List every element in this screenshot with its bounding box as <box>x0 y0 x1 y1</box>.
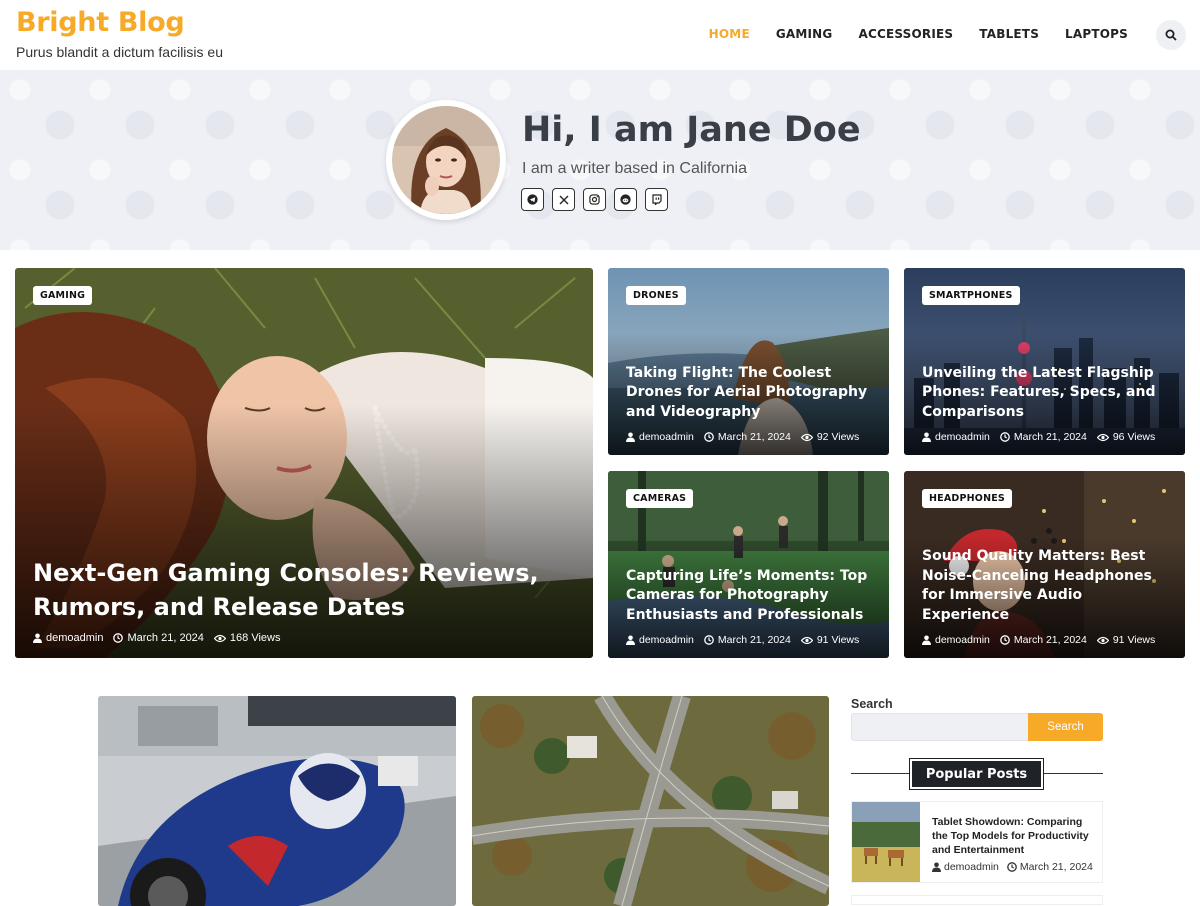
social-twitch[interactable] <box>645 188 668 211</box>
social-x[interactable] <box>552 188 575 211</box>
post-meta: demoadmin March 21, 2024 96 Views <box>922 431 1155 443</box>
popular-post-thumbnail[interactable] <box>852 802 920 882</box>
search-icon <box>1165 29 1177 41</box>
user-icon <box>33 633 42 643</box>
clock-icon <box>1000 635 1010 645</box>
post-date[interactable]: March 21, 2024 <box>1014 634 1087 646</box>
post-author[interactable]: demoadmin <box>46 632 103 644</box>
clock-icon <box>1007 862 1017 872</box>
post-author[interactable]: demoadmin <box>935 431 990 443</box>
nav-item-laptops[interactable]: LAPTOPS <box>1065 27 1128 41</box>
post-meta: demoadmin March 21, 2024 92 Views <box>626 431 859 443</box>
instagram-icon <box>589 194 600 205</box>
post-views: 168 Views <box>229 632 281 644</box>
post-thumbnail-motorcycle[interactable] <box>98 696 456 906</box>
post-views: 91 Views <box>816 634 860 646</box>
post-image-motorcycle <box>98 696 456 906</box>
eye-icon <box>1096 636 1109 644</box>
telegram-icon <box>527 194 538 205</box>
post-author[interactable]: demoadmin <box>935 634 990 646</box>
social-reddit[interactable] <box>614 188 637 211</box>
clock-icon <box>113 633 124 643</box>
eye-icon <box>800 433 813 441</box>
post-meta: demoadmin March 21, 2024 168 Views <box>33 632 280 644</box>
author-name: Hi, I am Jane Doe <box>522 110 861 150</box>
sidebar-search-label: Search <box>851 697 893 711</box>
site-title[interactable]: Bright Blog <box>16 7 185 38</box>
clock-icon <box>1000 432 1010 442</box>
featured-post-headphones[interactable]: HEADPHONES Sound Quality Matters: Best N… <box>904 471 1185 658</box>
author-bio: I am a writer based in California <box>522 160 747 177</box>
social-links <box>521 188 668 211</box>
user-icon <box>922 635 931 645</box>
nav-item-tablets[interactable]: TABLETS <box>979 27 1039 41</box>
nav-item-gaming[interactable]: GAMING <box>776 27 833 41</box>
popular-posts-heading: Popular Posts <box>909 758 1044 790</box>
eye-icon <box>213 634 226 642</box>
site-tagline: Purus blandit a dictum facilisis eu <box>16 44 223 60</box>
author-avatar-frame <box>386 100 506 220</box>
featured-main-post[interactable]: GAMING Next-Gen Gaming Consoles: Reviews… <box>15 268 593 658</box>
popular-post-author[interactable]: demoadmin <box>944 861 999 873</box>
social-instagram[interactable] <box>583 188 606 211</box>
post-date[interactable]: March 21, 2024 <box>718 431 791 443</box>
nav-item-home[interactable]: HOME <box>709 27 750 41</box>
user-icon <box>922 432 931 442</box>
x-icon <box>559 195 568 204</box>
clock-icon <box>704 432 714 442</box>
post-views: 91 Views <box>1112 634 1156 646</box>
post-meta: demoadmin March 21, 2024 91 Views <box>626 634 859 646</box>
eye-icon <box>800 636 813 644</box>
post-image-highway-aerial <box>472 696 829 906</box>
post-title[interactable]: Next-Gen Gaming Consoles: Reviews, Rumor… <box>33 556 575 624</box>
header-search-button[interactable] <box>1156 20 1186 50</box>
post-date[interactable]: March 21, 2024 <box>1014 431 1087 443</box>
twitch-icon <box>651 194 662 205</box>
post-date[interactable]: March 21, 2024 <box>127 632 203 644</box>
category-badge[interactable]: GAMING <box>33 286 93 305</box>
nav-item-accessories[interactable]: ACCESSORIES <box>858 27 953 41</box>
post-author[interactable]: demoadmin <box>639 634 694 646</box>
social-telegram[interactable] <box>521 188 544 211</box>
featured-post-drones[interactable]: DRONES Taking Flight: The Coolest Drones… <box>608 268 889 455</box>
popular-post-meta: demoadmin March 21, 2024 <box>932 861 1093 873</box>
post-title[interactable]: Taking Flight: The Coolest Drones for Ae… <box>626 364 871 423</box>
post-title[interactable]: Sound Quality Matters: Best Noise-Cancel… <box>922 547 1167 625</box>
featured-post-cameras[interactable]: CAMERAS Capturing Life’s Moments: Top Ca… <box>608 471 889 658</box>
user-icon <box>626 432 635 442</box>
author-avatar <box>392 106 500 214</box>
post-views: 96 Views <box>1112 431 1156 443</box>
user-icon <box>932 862 941 872</box>
main-nav: HOME GAMING ACCESSORIES TABLETS LAPTOPS <box>709 27 1128 41</box>
site-header: Bright Blog Purus blandit a dictum facil… <box>0 0 1200 70</box>
user-icon <box>626 635 635 645</box>
featured-post-smartphones[interactable]: SMARTPHONES Unveiling the Latest Flagshi… <box>904 268 1185 455</box>
popular-post-item[interactable]: Tablet Showdown: Comparing the Top Model… <box>851 801 1103 883</box>
post-title[interactable]: Unveiling the Latest Flagship Phones: Fe… <box>922 364 1167 423</box>
category-badge[interactable]: DRONES <box>626 286 686 305</box>
popular-post-date[interactable]: March 21, 2024 <box>1020 861 1093 873</box>
post-meta: demoadmin March 21, 2024 91 Views <box>922 634 1155 646</box>
post-title[interactable]: Capturing Life’s Moments: Top Cameras fo… <box>626 567 871 626</box>
post-date[interactable]: March 21, 2024 <box>718 634 791 646</box>
post-author[interactable]: demoadmin <box>639 431 694 443</box>
post-image-horses <box>852 802 920 882</box>
sidebar-search-button[interactable]: Search <box>1028 713 1103 741</box>
eye-icon <box>1096 433 1109 441</box>
post-thumbnail-highway[interactable] <box>472 696 829 906</box>
popular-post-title[interactable]: Tablet Showdown: Comparing the Top Model… <box>932 815 1097 857</box>
author-hero: Hi, I am Jane Doe I am a writer based in… <box>0 70 1200 250</box>
popular-post-item-next[interactable] <box>851 895 1103 905</box>
clock-icon <box>704 635 714 645</box>
sidebar-search-input[interactable] <box>851 713 1029 741</box>
category-badge[interactable]: HEADPHONES <box>922 489 1012 508</box>
reddit-icon <box>620 194 631 205</box>
category-badge[interactable]: CAMERAS <box>626 489 694 508</box>
post-views: 92 Views <box>816 431 860 443</box>
category-badge[interactable]: SMARTPHONES <box>922 286 1020 305</box>
